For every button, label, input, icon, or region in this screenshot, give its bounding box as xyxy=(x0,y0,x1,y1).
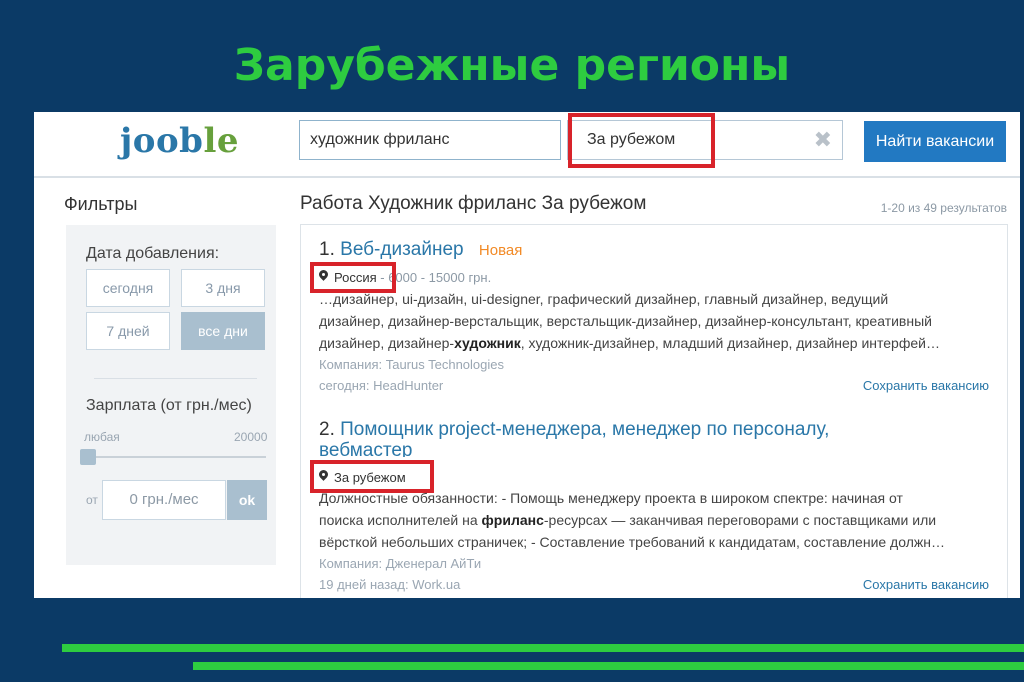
logo-part-jo: jo xyxy=(120,121,156,161)
job-title-row-2: вебмастер xyxy=(319,440,999,457)
job-description: Должностные обязанности: - Помощь менедж… xyxy=(319,487,999,553)
filters-divider xyxy=(94,378,257,379)
salary-max-label: 20000 xyxy=(234,430,268,444)
job-title-link[interactable]: Веб-дизайнер xyxy=(340,239,463,260)
desc-highlight: фриланс xyxy=(481,512,544,528)
desc-line-part: дизайнер, дизайнер- xyxy=(319,335,455,351)
search-header: jooble художник фриланс За рубежом ✖ Най… xyxy=(34,112,1020,178)
salary-min-label: любая xyxy=(84,430,120,444)
salary-ok-button[interactable]: ok xyxy=(227,480,267,520)
logo-part-ob: ob xyxy=(155,121,204,161)
desc-line: дизайнер, дизайнер-верстальщик, версталь… xyxy=(319,313,932,329)
results-title: Работа Художник фриланс За рубежом xyxy=(300,193,647,214)
date-option-3days[interactable]: 3 дня xyxy=(181,269,265,307)
job-source: 19 дней назад: Work.ua xyxy=(319,577,461,592)
salary-filter-label: Зарплата (от грн./мес) xyxy=(86,397,252,414)
desc-line: вёрсткой небольших страничек; - Составле… xyxy=(319,534,945,550)
new-badge: Новая xyxy=(478,242,523,259)
date-option-today[interactable]: сегодня xyxy=(86,269,170,307)
job-card: 1. Веб-дизайнер Новая xyxy=(319,239,999,261)
job-company: Компания: Taurus Technologies xyxy=(319,357,504,372)
salary-slider-handle[interactable] xyxy=(80,449,96,465)
jooble-logo[interactable]: jooble xyxy=(120,121,239,161)
find-jobs-button[interactable]: Найти вакансии xyxy=(864,121,1006,162)
job-card: 2. Помощник project-менеджера, менеджер … xyxy=(319,419,999,457)
desc-line: поиска исполнителей на фриланс-ресурсах … xyxy=(319,509,999,531)
desc-highlight: художник xyxy=(454,335,521,351)
filters-title: Фильтры xyxy=(64,194,138,214)
job-number: 1. xyxy=(319,239,335,260)
desc-line: …дизайнер, ui-дизайн, ui-designer, графи… xyxy=(319,291,889,307)
highlight-box-location xyxy=(568,113,715,168)
job-description: …дизайнер, ui-дизайн, ui-designer, графи… xyxy=(319,288,999,354)
date-filter-label: Дата добавления: xyxy=(86,245,220,262)
job-salary: 6000 - 15000 грн. xyxy=(388,270,492,285)
desc-line-part: поиска исполнителей на xyxy=(319,512,482,528)
save-job-link[interactable]: Сохранить вакансию xyxy=(863,577,989,592)
job-company: Компания: Дженерал АйТи xyxy=(319,556,482,571)
job-title-link[interactable]: Помощник project-менеджера, менеджер по … xyxy=(340,419,829,440)
job-title-link-cont[interactable]: вебмастер xyxy=(319,440,412,457)
desc-line: дизайнер, дизайнер-художник, художник-ди… xyxy=(319,332,999,354)
save-job-link[interactable]: Сохранить вакансию xyxy=(863,378,989,393)
job-title-row: 2. Помощник project-менеджера, менеджер … xyxy=(319,419,999,441)
date-option-7days[interactable]: 7 дней xyxy=(86,312,170,350)
decor-stripe-top xyxy=(62,644,1024,652)
desc-line-part: , художник-дизайнер, младший дизайнер, д… xyxy=(520,335,940,351)
decor-stripe-bottom xyxy=(193,662,1024,670)
logo-part-le: le xyxy=(203,121,239,161)
query-input[interactable]: художник фриланс xyxy=(299,120,561,160)
desc-line-part: -ресурсах — заканчивая переговорами с по… xyxy=(543,512,937,528)
salary-from-label: от xyxy=(86,493,98,507)
clear-icon[interactable]: ✖ xyxy=(814,127,832,153)
jooble-screenshot: jooble художник фриланс За рубежом ✖ Най… xyxy=(34,112,1020,598)
job-number: 2. xyxy=(319,419,335,440)
results-list: 1. Веб-дизайнер Новая Россия - 6000 - 15… xyxy=(300,224,1008,598)
job-title-row: 1. Веб-дизайнер Новая xyxy=(319,239,999,261)
job-source: сегодня: HeadHunter xyxy=(319,378,444,393)
slide-title: Зарубежные регионы xyxy=(233,40,791,91)
salary-slider-track[interactable] xyxy=(84,456,266,458)
results-count: 1-20 из 49 результатов xyxy=(880,201,1007,215)
desc-line: Должностные обязанности: - Помощь менедж… xyxy=(319,490,903,506)
date-option-all[interactable]: все дни xyxy=(181,312,265,350)
salary-input[interactable]: 0 грн./мес xyxy=(102,480,226,520)
